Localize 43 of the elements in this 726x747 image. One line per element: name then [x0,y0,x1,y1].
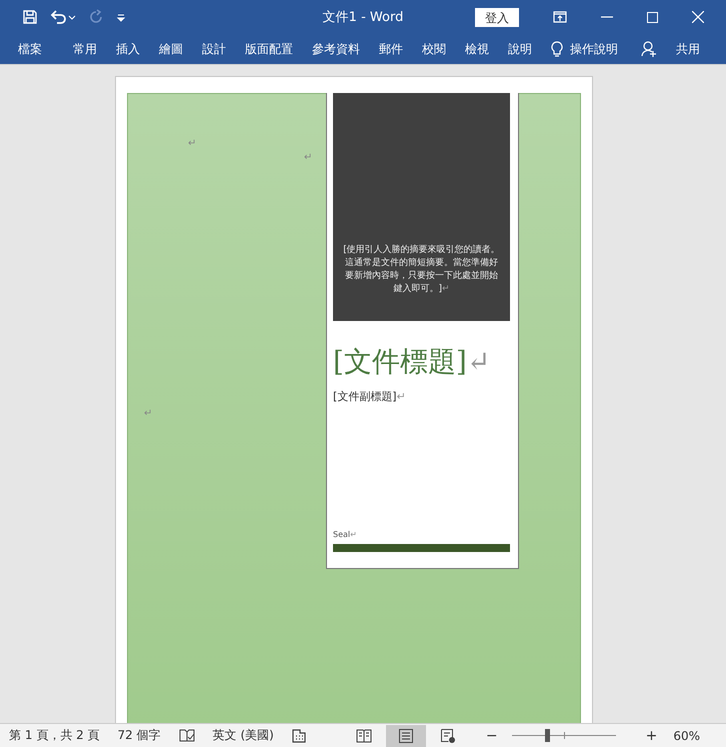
ribbon-tab[interactable]: 檔案 [18,40,42,58]
ribbon-tab[interactable]: 設計 [202,40,226,58]
tell-me-link[interactable]: 操作說明 [570,40,618,58]
document-subtitle: [文件副標題]↵ [333,389,407,404]
page-count[interactable]: 第 1 頁，共 2 頁 [9,727,100,744]
abstract-text: [使用引人入勝的摘要來吸引您的讀者。這通常是文件的簡短摘要。當您準備好要新增內容時，只要按一下此處並開始鍵入即可。]↵ [342,244,501,296]
save-icon[interactable] [22,9,38,25]
paragraph-mark: ↵ [304,152,312,163]
ribbon-tab[interactable]: 常用 [73,40,97,58]
ribbon-tab[interactable]: 參考資料 [312,40,360,58]
ribbon-tab[interactable]: 繪圖 [159,40,183,58]
ribbon-tab[interactable]: 版面配置 [245,40,293,58]
language[interactable]: 英文 (美國) [212,727,274,744]
maximize-icon[interactable] [647,12,658,22]
undo-icon[interactable] [50,9,76,25]
ribbon-display-icon[interactable] [553,11,567,23]
window-title: 文件1 - Word [322,9,404,26]
paragraph-mark: ↵ [144,408,152,419]
zoom-slider[interactable] [510,729,618,742]
author-name: Seal↵ [333,530,358,539]
ribbon-tab[interactable]: 插入 [116,40,140,58]
zoom-out-button[interactable]: − [486,728,498,744]
document-title: [文件標題]↵ [333,344,492,380]
zoom-level[interactable]: 60% [673,728,700,742]
ribbon-tab[interactable]: 郵件 [379,40,403,58]
ribbon-tab[interactable]: 校閱 [422,40,446,58]
ribbon-tab[interactable]: 檢視 [465,40,489,58]
lightbulb-icon[interactable] [551,40,563,58]
close-icon[interactable] [692,11,704,23]
zoom-in-button[interactable]: + [646,728,658,744]
ribbon-tab[interactable]: 說明 [508,40,532,58]
print-view-button[interactable] [386,724,426,746]
book-icon [356,728,372,742]
macro-icon[interactable] [292,728,306,742]
minimize-icon[interactable] [601,16,613,18]
person-icon[interactable] [641,41,657,57]
proofing-icon[interactable] [178,728,195,742]
page-icon [398,728,414,742]
sign-in-button[interactable]: 登入 [475,8,519,26]
paragraph-mark: ↵ [188,138,196,149]
web-page-icon [440,728,456,742]
word-count[interactable]: 72 個字 [118,727,161,744]
share-button[interactable]: 共用 [676,40,700,58]
